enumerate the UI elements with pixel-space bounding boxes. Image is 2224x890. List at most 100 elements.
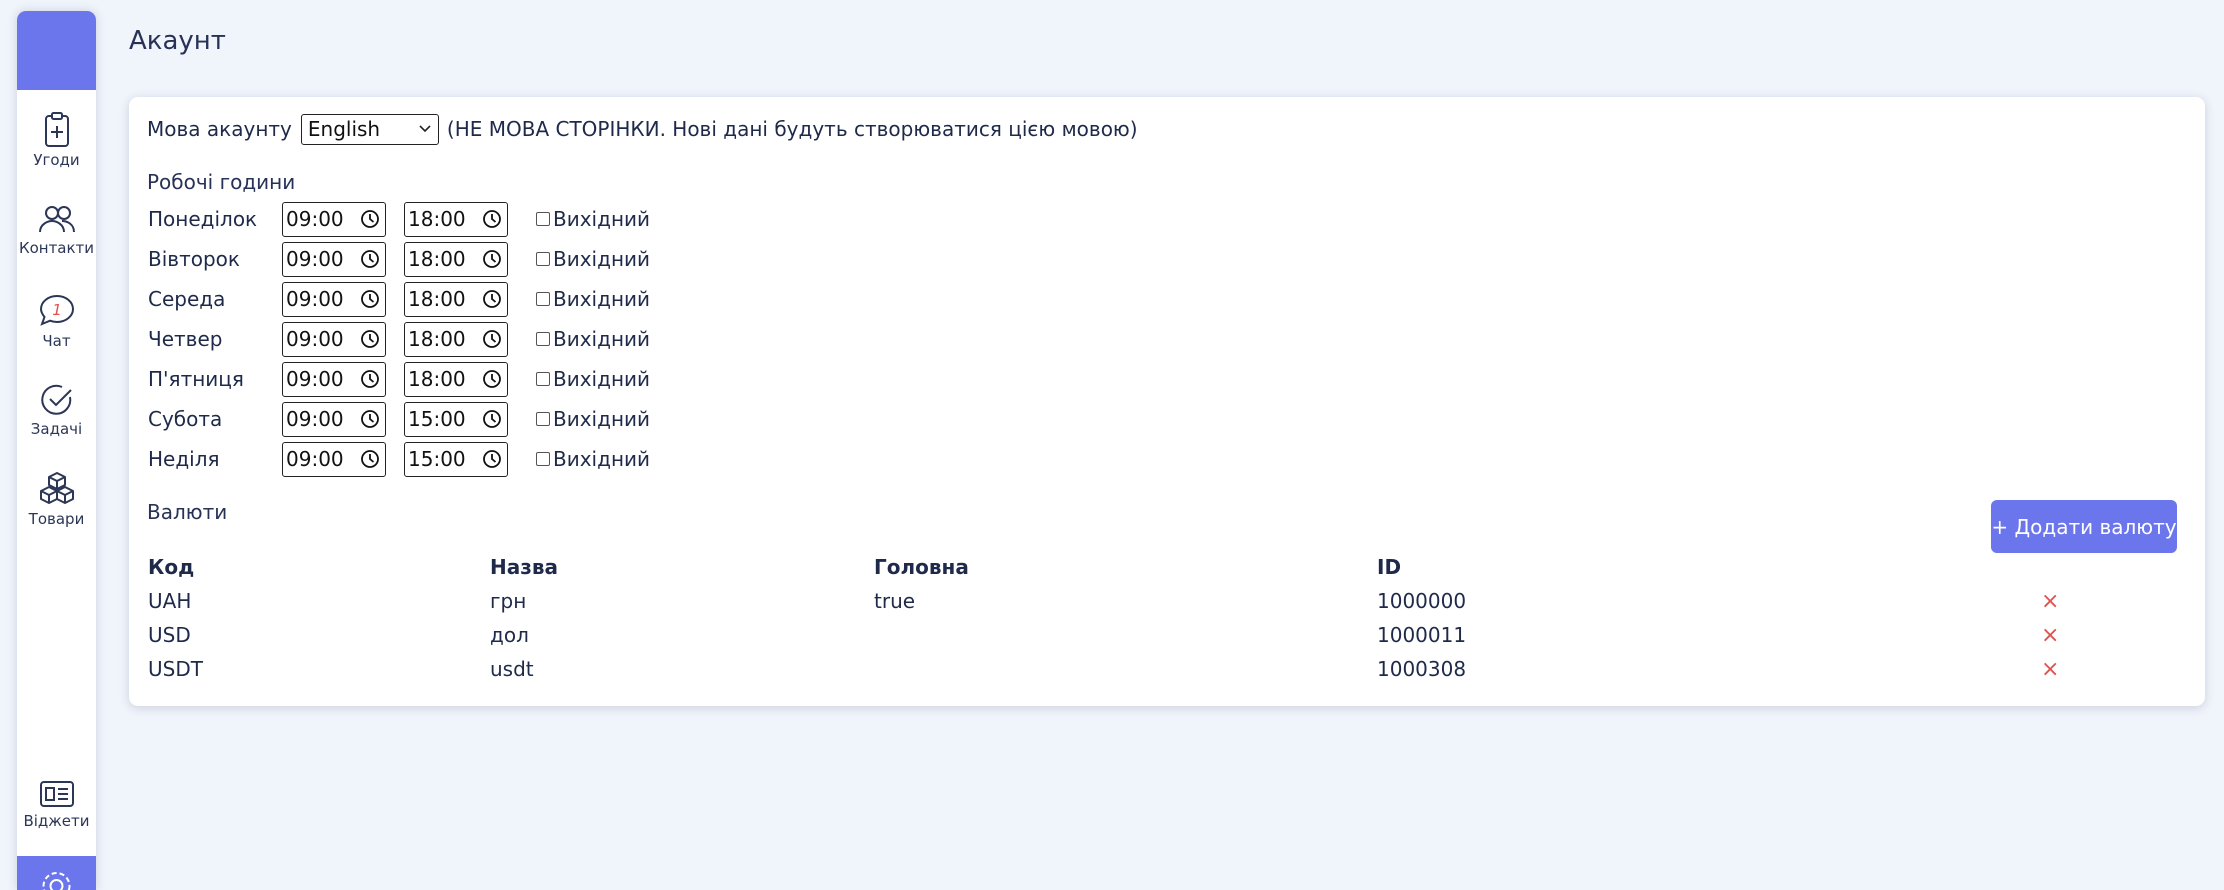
clock-icon — [483, 370, 501, 388]
sidebar-item-deals[interactable]: Угоди — [17, 112, 96, 169]
currency-code: USDT — [148, 657, 203, 681]
end-time-input[interactable]: 15:00 — [404, 441, 508, 477]
table-header-row: Код Назва Головна ID — [148, 555, 2188, 585]
users-icon — [38, 206, 75, 233]
start-time-value: 09:00 — [286, 287, 344, 311]
day-label: П'ятниця — [148, 367, 244, 391]
hours-row-wednesday: Середа 09:00 18:00 Вихідний — [148, 281, 650, 317]
clock-icon — [361, 290, 379, 308]
sidebar-item-chat[interactable]: 1 Чат — [17, 293, 96, 350]
end-time-value: 18:00 — [408, 367, 466, 391]
column-header-name: Назва — [490, 555, 559, 579]
account-language-label: Мова акаунту — [147, 117, 292, 141]
column-header-main: Головна — [874, 555, 969, 579]
add-currency-button[interactable]: + Додати валюту — [1991, 500, 2177, 553]
clock-icon — [483, 330, 501, 348]
dayoff-checkbox[interactable] — [536, 332, 550, 346]
dayoff-checkbox[interactable] — [536, 212, 550, 226]
start-time-input[interactable]: 09:00 — [282, 401, 386, 437]
end-time-input[interactable]: 15:00 — [404, 401, 508, 437]
account-language-note: (НЕ МОВА СТОРІНКИ. Нові дані будуть ство… — [446, 117, 1138, 141]
start-time-value: 09:00 — [286, 247, 344, 271]
dayoff-checkbox-wrap: Вихідний — [536, 447, 650, 471]
day-label: Четвер — [148, 327, 223, 351]
start-time-input[interactable]: 09:00 — [282, 241, 386, 277]
sidebar-item-label: Віджети — [23, 812, 90, 830]
clock-icon — [361, 450, 379, 468]
hours-row-sunday: Неділя 09:00 15:00 Вихідний — [148, 441, 650, 477]
dayoff-label: Вихідний — [553, 447, 651, 471]
currency-main: true — [874, 589, 916, 613]
sidebar-item-contacts[interactable]: Контакти — [17, 204, 96, 257]
end-time-input[interactable]: 18:00 — [404, 281, 508, 317]
hours-row-tuesday: Вівторок 09:00 18:00 Вихідний — [148, 241, 650, 277]
sidebar-item-tasks[interactable]: Задачі — [17, 383, 96, 438]
hours-row-monday: Понеділок 09:00 18:00 Вихідний — [148, 201, 650, 237]
dayoff-label: Вихідний — [553, 287, 651, 311]
delete-currency-icon[interactable]: × — [2041, 589, 2059, 614]
day-label: Понеділок — [148, 207, 258, 231]
account-language-row: Мова акаунту English (НЕ МОВА СТОРІНКИ. … — [147, 113, 1138, 145]
sidebar-logo-area[interactable] — [17, 11, 96, 90]
dayoff-label: Вихідний — [553, 367, 651, 391]
sidebar-item-label: Угоди — [33, 151, 80, 169]
sidebar-item-products[interactable]: Товари — [17, 471, 96, 528]
page-title: Акаунт — [129, 26, 226, 56]
table-row: USDT usdt 1000308 × — [148, 657, 2188, 687]
dayoff-checkbox[interactable] — [536, 372, 550, 386]
dayoff-checkbox[interactable] — [536, 452, 550, 466]
working-hours-title: Робочі години — [147, 170, 296, 194]
clock-icon — [483, 250, 501, 268]
dayoff-label: Вихідний — [553, 247, 651, 271]
account-language-select[interactable]: English — [300, 113, 439, 145]
start-time-value: 09:00 — [286, 407, 344, 431]
end-time-value: 15:00 — [408, 407, 466, 431]
dayoff-checkbox-wrap: Вихідний — [536, 207, 650, 231]
start-time-input[interactable]: 09:00 — [282, 201, 386, 237]
start-time-input[interactable]: 09:00 — [282, 441, 386, 477]
dayoff-checkbox-wrap: Вихідний — [536, 367, 650, 391]
clock-icon — [361, 330, 379, 348]
end-time-input[interactable]: 18:00 — [404, 201, 508, 237]
dayoff-label: Вихідний — [553, 207, 651, 231]
end-time-value: 18:00 — [408, 207, 466, 231]
delete-currency-icon[interactable]: × — [2041, 657, 2059, 682]
end-time-value: 18:00 — [408, 287, 466, 311]
dayoff-checkbox[interactable] — [536, 292, 550, 306]
clock-icon — [361, 370, 379, 388]
end-time-value: 18:00 — [408, 247, 466, 271]
table-row: USD дол 1000011 × — [148, 623, 2188, 653]
sidebar: Угоди Контакти 1 Чат Задачі Товари Відже… — [17, 11, 96, 890]
account-settings-card: Мова акаунту English (НЕ МОВА СТОРІНКИ. … — [129, 97, 2205, 706]
sidebar-item-settings[interactable] — [17, 856, 96, 890]
end-time-input[interactable]: 18:00 — [404, 361, 508, 397]
start-time-value: 09:00 — [286, 447, 344, 471]
start-time-input[interactable]: 09:00 — [282, 281, 386, 317]
clipboard-plus-icon — [44, 112, 69, 147]
start-time-input[interactable]: 09:00 — [282, 321, 386, 357]
delete-currency-icon[interactable]: × — [2041, 623, 2059, 648]
hours-row-saturday: Субота 09:00 15:00 Вихідний — [148, 401, 650, 437]
hours-row-thursday: Четвер 09:00 18:00 Вихідний — [148, 321, 650, 357]
currency-code: UAH — [148, 589, 192, 613]
currency-id: 1000308 — [1377, 657, 1467, 681]
currencies-title: Валюти — [147, 500, 228, 524]
start-time-input[interactable]: 09:00 — [282, 361, 386, 397]
end-time-value: 15:00 — [408, 447, 466, 471]
end-time-value: 18:00 — [408, 327, 466, 351]
dayoff-checkbox[interactable] — [536, 252, 550, 266]
chat-icon: 1 — [39, 294, 74, 326]
clock-icon — [483, 290, 501, 308]
check-circle-icon — [40, 384, 72, 415]
end-time-input[interactable]: 18:00 — [404, 321, 508, 357]
end-time-input[interactable]: 18:00 — [404, 241, 508, 277]
currency-code: USD — [148, 623, 191, 647]
widgets-icon — [39, 781, 74, 807]
dayoff-checkbox[interactable] — [536, 412, 550, 426]
column-header-code: Код — [148, 555, 195, 579]
day-label: Неділя — [148, 447, 220, 471]
dayoff-checkbox-wrap: Вихідний — [536, 407, 650, 431]
table-row: UAH грн true 1000000 × — [148, 589, 2188, 619]
sidebar-item-widgets[interactable]: Віджети — [17, 779, 96, 830]
sidebar-item-label: Задачі — [30, 420, 83, 438]
